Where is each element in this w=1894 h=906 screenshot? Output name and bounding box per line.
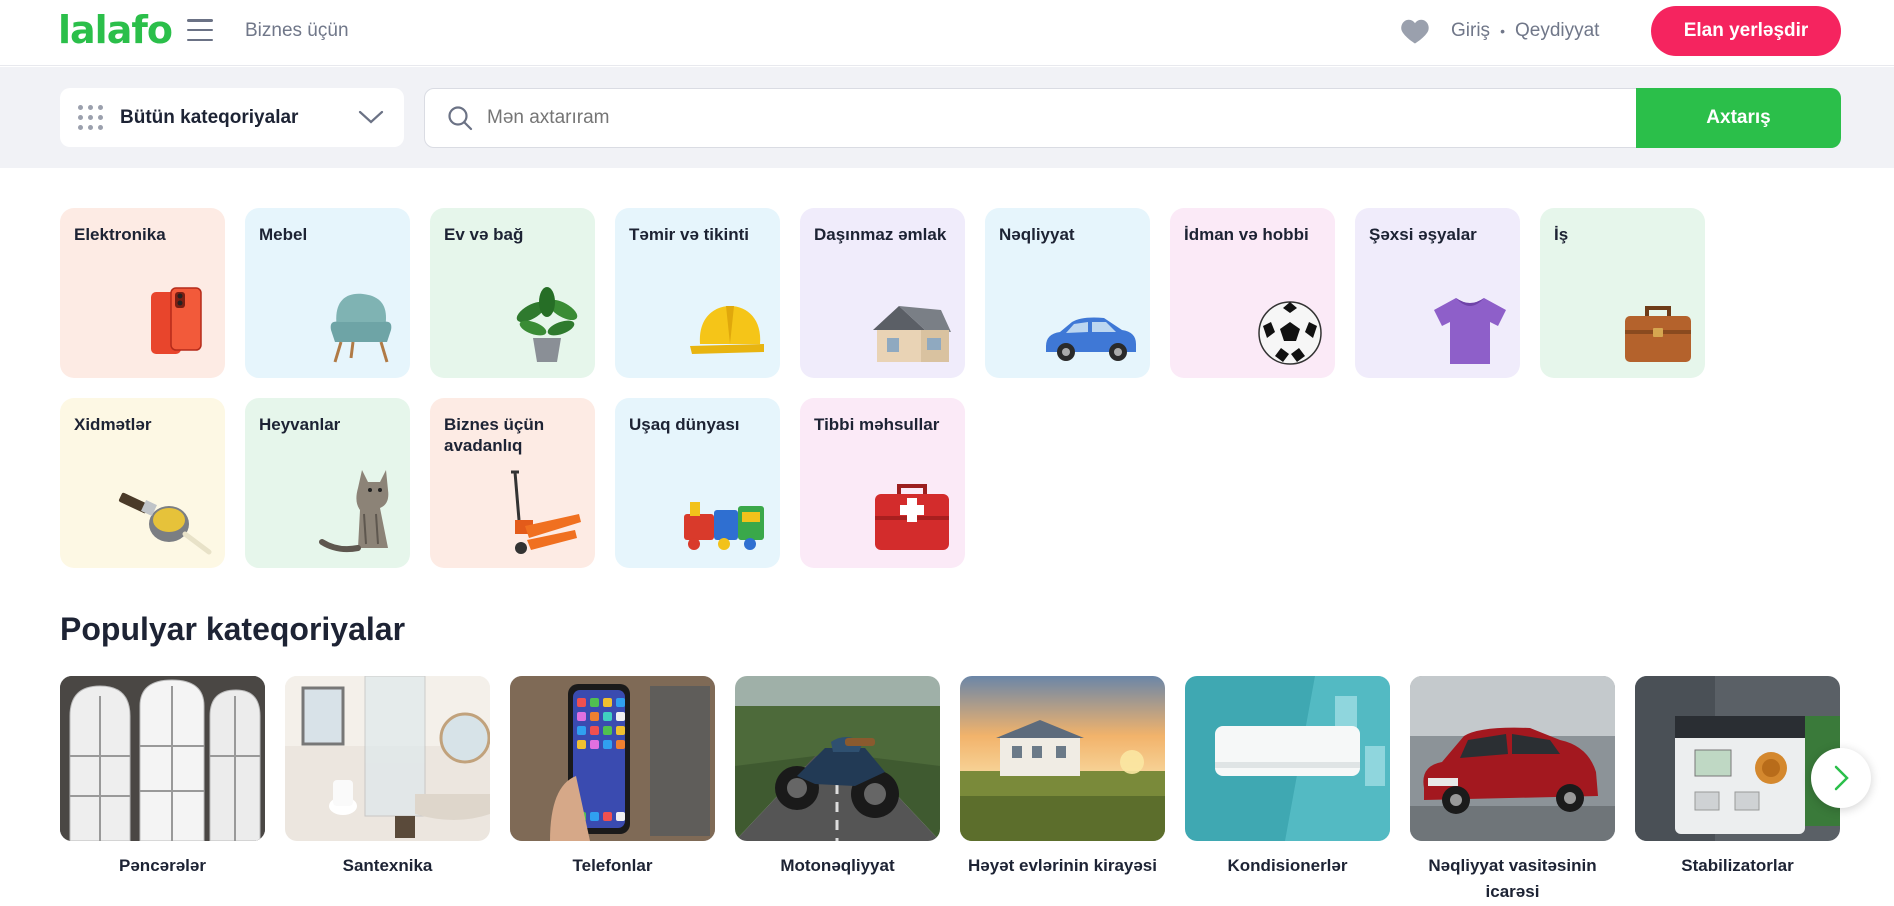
popular-title: Populyar kateqoriyalar — [60, 611, 406, 647]
popular-label: Telefonlar — [572, 856, 653, 875]
auth-separator: • — [1500, 23, 1505, 39]
category-select[interactable]: Bütün kateqoriyalar — [60, 88, 404, 147]
carousel-next-button[interactable] — [1811, 748, 1871, 808]
t-shirt-icon — [1434, 298, 1506, 364]
category-label: Elektronika — [74, 225, 166, 244]
category-tile-is[interactable]: İş — [1540, 208, 1705, 378]
category-label: Biznes üçün avadanlıq — [444, 415, 545, 455]
category-tile-neqliyyat[interactable]: Nəqliyyat — [985, 208, 1150, 378]
air-conditioner-image — [1185, 676, 1390, 841]
hard-hat-icon — [690, 306, 764, 354]
category-label: İdman və hobbi — [1184, 225, 1309, 244]
category-tile-xidmetler[interactable]: Xidmətlər — [60, 398, 225, 568]
cat-icon — [319, 470, 389, 553]
popular-label: Motonəqliyyat — [780, 856, 895, 875]
phone-image — [510, 676, 715, 841]
auth-links: Giriş • Qeydiyyat — [1451, 20, 1599, 42]
popular-card[interactable]: Stabilizatorlar — [1635, 676, 1840, 879]
lalafo-logo[interactable]: lalafo — [58, 8, 173, 52]
popular-label: Santexnika — [342, 856, 433, 875]
heart-icon[interactable] — [1400, 17, 1430, 45]
house-icon — [873, 306, 951, 362]
category-tile-mebel[interactable]: Mebel — [245, 208, 410, 378]
popular-label: Nəqliyyat vasitəsinin icarəsi — [1428, 856, 1597, 901]
grid-icon — [78, 104, 104, 131]
search-band: Bütün kateqoriyalar Axtarış — [0, 67, 1894, 168]
search-button[interactable]: Axtarış — [1636, 88, 1841, 148]
bathroom-image — [285, 676, 490, 841]
popular-label: Həyət evlərinin kirayəsi — [967, 856, 1157, 875]
category-tile-elektronika[interactable]: Elektronika — [60, 208, 225, 378]
popular-card[interactable]: Nəqliyyat vasitəsinin icarəsi — [1410, 676, 1615, 905]
chevron-down-icon — [358, 110, 384, 124]
category-tile-sexsi-esyalar[interactable]: Şəxsi əşyalar — [1355, 208, 1520, 378]
country-house-image — [960, 676, 1165, 841]
first-aid-kit-icon — [875, 484, 949, 550]
category-label: Tibbi məhsullar — [814, 415, 940, 434]
menu-icon[interactable] — [187, 19, 213, 41]
category-label: Daşınmaz əmlak — [814, 225, 947, 244]
category-tile-usaq-dunyasi[interactable]: Uşaq dünyası — [615, 398, 780, 568]
category-label: Nəqliyyat — [999, 225, 1075, 244]
post-ad-button[interactable]: Elan yerləşdir — [1651, 6, 1841, 56]
category-tile-idman-ve-hobbi[interactable]: İdman və hobbi — [1170, 208, 1335, 378]
login-link[interactable]: Giriş — [1451, 20, 1490, 42]
category-label: Heyvanlar — [259, 415, 341, 434]
top-header: lalafo Biznes üçün Giriş • Qeydiyyat Ela… — [0, 0, 1894, 66]
category-select-label: Bütün kateqoriyalar — [120, 106, 299, 128]
category-tile-dasinmaz-emlak[interactable]: Daşınmaz əmlak — [800, 208, 965, 378]
red-car-image — [1410, 676, 1615, 841]
category-tile-ev-ve-bag[interactable]: Ev və bağ — [430, 208, 595, 378]
popular-label: Pəncərələr — [119, 856, 206, 875]
toy-train-icon — [684, 502, 764, 550]
motorcycle-image — [735, 676, 940, 841]
popular-card[interactable]: Pəncərələr — [60, 676, 265, 879]
category-label: Mebel — [259, 225, 308, 244]
popular-label: Kondisionerlər — [1227, 856, 1348, 875]
soccer-ball-icon — [1258, 301, 1322, 365]
category-label: Təmir və tikinti — [629, 225, 749, 244]
search-field[interactable] — [424, 88, 1637, 148]
car-icon — [1046, 317, 1136, 361]
category-tile-biznes-ucun-avadanliq[interactable]: Biznes üçün avadanlıq — [430, 398, 595, 568]
smartphone-icon — [151, 287, 202, 354]
popular-card[interactable]: Kondisionerlər — [1185, 676, 1390, 879]
pallet-jack-icon — [511, 470, 581, 554]
chevron-right-icon — [1834, 765, 1849, 791]
windows-image — [60, 676, 265, 841]
popular-label: Stabilizatorlar — [1681, 856, 1794, 875]
popular-card[interactable]: Santexnika — [285, 676, 490, 879]
popular-card[interactable]: Telefonlar — [510, 676, 715, 879]
category-label: Şəxsi əşyalar — [1369, 225, 1477, 244]
popular-card[interactable]: Həyət evlərinin kirayəsi — [960, 676, 1165, 879]
search-input[interactable] — [487, 107, 1387, 129]
search-icon — [448, 106, 473, 131]
category-tile-heyvanlar[interactable]: Heyvanlar — [245, 398, 410, 568]
category-label: Ev və bağ — [444, 225, 524, 244]
popular-card[interactable]: Motonəqliyyat — [735, 676, 940, 879]
briefcase-icon — [1625, 306, 1691, 362]
register-link[interactable]: Qeydiyyat — [1515, 20, 1599, 42]
category-label: İş — [1554, 225, 1569, 244]
paint-brush-icon — [118, 492, 212, 555]
voltage-stabilizer-image — [1635, 676, 1840, 841]
category-tile-tibbi-mehsullar[interactable]: Tibbi məhsullar — [800, 398, 965, 568]
category-label: Uşaq dünyası — [629, 415, 740, 434]
armchair-icon — [330, 293, 392, 363]
category-label: Xidmətlər — [74, 415, 152, 434]
category-tile-temir-ve-tikinti[interactable]: Təmir və tikinti — [615, 208, 780, 378]
house-plant-icon — [516, 287, 578, 362]
business-link[interactable]: Biznes üçün — [245, 20, 349, 42]
